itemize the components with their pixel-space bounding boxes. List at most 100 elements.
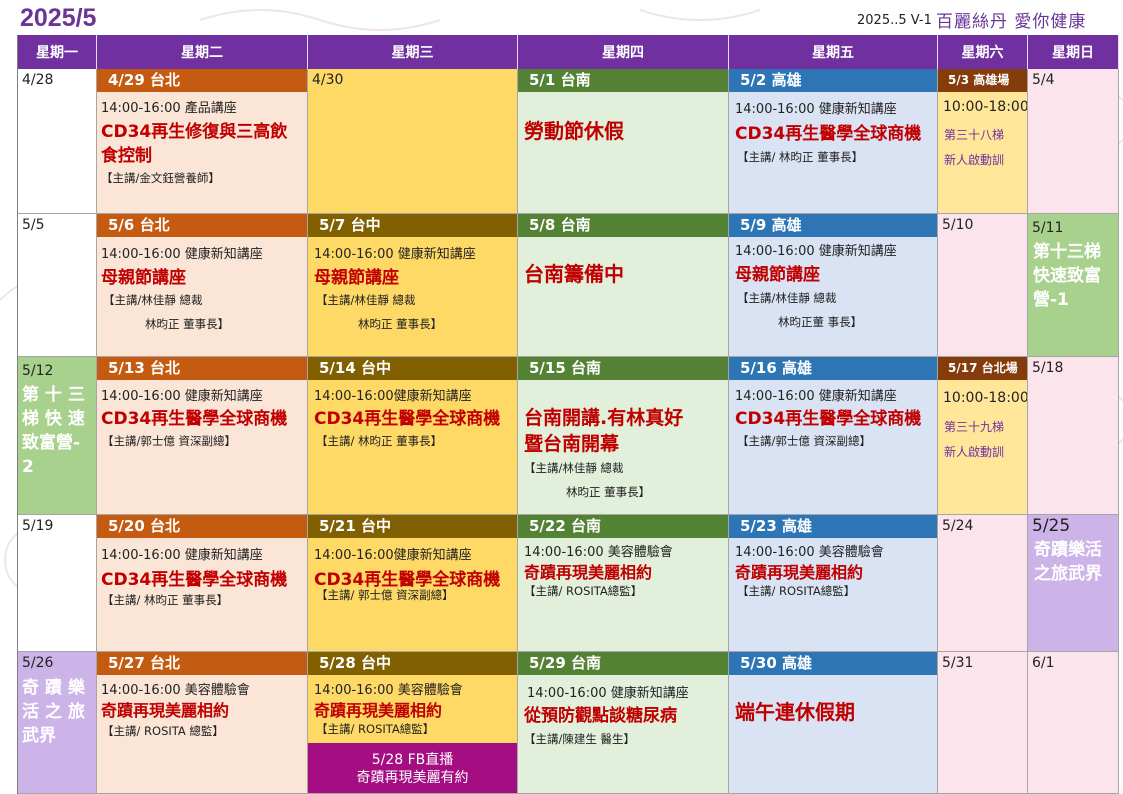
cell-5-9[interactable]: 5/9 高雄 14:00-16:00 健康新知講座 母親節講座 【主講/林佳靜 … (729, 214, 938, 357)
date-label: 6/1 (1032, 655, 1055, 671)
cell-5-19[interactable]: 5/19 (18, 515, 97, 652)
event-title: CD34再生醫學全球商機 (101, 570, 288, 590)
event-title: CD34再生修復與三高飲 (101, 122, 288, 142)
event-title: 奇蹟再現美麗相約 (101, 701, 230, 720)
cell-5-30[interactable]: 5/30 高雄 端午連休假期 (729, 652, 938, 794)
cell-5-23[interactable]: 5/23 高雄 14:00-16:00 美容體驗會 奇蹟再現美麗相約 【主講/ … (729, 515, 938, 652)
date-label: 5/24 (942, 518, 974, 534)
event-speaker-cont: 林昀正 董事長】 (358, 317, 443, 331)
event-line: 新人啟動訓 (944, 153, 1005, 167)
event-line: 第 十 三 (22, 385, 85, 405)
event-band: 5/8 台南 (518, 214, 728, 237)
date-label: 4/28 (22, 72, 54, 88)
event-speaker: 【主講/ ROSITA 總監】 (102, 724, 224, 738)
cell-5-8[interactable]: 5/8 台南 台南籌備中 (518, 214, 729, 357)
event-band: 5/7 台中 (308, 214, 517, 237)
event-time: 14:00-16:00 健康新知講座 (101, 247, 263, 262)
date-label: 5/12 (22, 363, 54, 379)
cell-5-2[interactable]: 5/2 高雄 14:00-16:00 健康新知講座 CD34再生醫學全球商機 【… (729, 69, 938, 214)
event-line: 武界 (22, 726, 56, 746)
cell-5-11[interactable]: 5/11 第十三梯 快速致富 營-1 (1028, 214, 1119, 357)
cell-5-22[interactable]: 5/22 台南 14:00-16:00 美容體驗會 奇蹟再現美麗相約 【主講/ … (518, 515, 729, 652)
event-speaker-cont: 林昀正 董事長】 (566, 485, 651, 499)
cell-5-10[interactable]: 5/10 (938, 214, 1028, 357)
event-speaker-cont: 林昀正 董事長】 (145, 317, 230, 331)
date-label: 4/30 (312, 72, 344, 88)
cell-5-4[interactable]: 5/4 (1028, 69, 1119, 214)
event-speaker: 【主講/ 林昀正 董事長】 (316, 434, 443, 448)
cell-5-6[interactable]: 5/6 台北 14:00-16:00 健康新知講座 母親節講座 【主講/林佳靜 … (97, 214, 308, 357)
cell-5-25[interactable]: 5/25 奇蹟樂活 之旅武界 (1028, 515, 1119, 652)
event-title: 台南籌備中 (524, 262, 624, 286)
event-title: CD34再生醫學全球商機 (735, 409, 922, 429)
event-speaker: 【主講/金文鈺營養師】 (101, 171, 220, 185)
cell-5-14[interactable]: 5/14 台中 14:00-16:00健康新知講座 CD34再生醫學全球商機 【… (308, 357, 518, 515)
cell-4-30[interactable]: 4/30 (308, 69, 518, 214)
date-label: 5/18 (1032, 360, 1064, 376)
cell-6-1[interactable]: 6/1 (1028, 652, 1119, 794)
event-band: 5/2 高雄 (729, 69, 937, 92)
event-title: 台南開講.有林真好 (524, 407, 684, 429)
event-speaker-cont: 林昀正董 事長】 (778, 315, 863, 329)
cell-4-29[interactable]: 4/29 台北 14:00-16:00 產品講座 CD34再生修復與三高飲 食控… (97, 69, 308, 214)
cell-5-5[interactable]: 5/5 (18, 214, 97, 357)
cell-5-20[interactable]: 5/20 台北 14:00-16:00 健康新知講座 CD34再生醫學全球商機 … (97, 515, 308, 652)
event-band: 5/16 高雄 (729, 357, 937, 380)
event-speaker: 【主講/郭士億 資深副總】 (102, 434, 237, 448)
event-time: 14:00-16:00 美容體驗會 (314, 683, 463, 698)
cell-5-31[interactable]: 5/31 (938, 652, 1028, 794)
event-time: 14:00-16:00 健康新知講座 (735, 244, 897, 259)
event-speaker: 【主講/ 林昀正 董事長】 (737, 150, 864, 164)
event-time: 14:00-16:00 健康新知講座 (314, 247, 476, 262)
cell-5-18[interactable]: 5/18 (1028, 357, 1119, 515)
event-band: 4/29 台北 (97, 69, 307, 92)
event-band: 5/23 高雄 (729, 515, 937, 538)
event-title: 奇蹟再現美麗相約 (735, 563, 864, 582)
cell-5-29[interactable]: 5/29 台南 14:00-16:00 健康新知講座 從預防觀點談糖尿病 【主講… (518, 652, 729, 794)
event-line: 快速致富 (1033, 266, 1101, 286)
cell-5-17[interactable]: 5/17 台北場 10:00-18:00 第三十九梯 新人啟動訓 (938, 357, 1028, 515)
event-time: 14:00-16:00 健康新知講座 (101, 389, 263, 404)
event-time: 14:00-16:00健康新知講座 (314, 548, 472, 563)
cell-5-15[interactable]: 5/15 台南 台南開講.有林真好 暨台南開幕 【主講/林佳靜 總裁 林昀正 董… (518, 357, 729, 515)
cell-5-27[interactable]: 5/27 台北 14:00-16:00 美容體驗會 奇蹟再現美麗相約 【主講/ … (97, 652, 308, 794)
event-band: 5/14 台中 (308, 357, 517, 380)
cell-5-16[interactable]: 5/16 高雄 14:00-16:00 健康新知講座 CD34再生醫學全球商機 … (729, 357, 938, 515)
date-label: 5/26 (22, 655, 54, 671)
event-line: 之旅武界 (1034, 564, 1102, 584)
event-speaker: 【主講/林佳靜 總裁 (316, 293, 416, 307)
event-band: 5/15 台南 (518, 357, 728, 380)
event-title-cont: 暨台南開幕 (524, 433, 620, 455)
event-speaker: 【主講/ ROSITA總監】 (316, 722, 435, 736)
header-saturday: 星期六 (938, 35, 1028, 69)
event-band: 5/20 台北 (97, 515, 307, 538)
version-label: 2025..5 V-1 (857, 13, 932, 28)
event-band: 5/3 高雄場 (938, 69, 1027, 92)
cell-5-26[interactable]: 5/26 奇 蹟 樂 活 之 旅 武界 (18, 652, 97, 794)
event-title: CD34再生醫學全球商機 (314, 409, 501, 429)
cell-5-13[interactable]: 5/13 台北 14:00-16:00 健康新知講座 CD34再生醫學全球商機 … (97, 357, 308, 515)
event-title-cont: 食控制 (101, 146, 152, 166)
fb-live-banner[interactable]: 5/28 FB直播 奇蹟再現美麗有約 (308, 743, 517, 793)
event-band: 5/22 台南 (518, 515, 728, 538)
header-thursday: 星期四 (518, 35, 729, 69)
event-title: 端午連休假期 (735, 700, 855, 724)
cell-5-21[interactable]: 5/21 台中 14:00-16:00健康新知講座 CD34再生醫學全球商機 【… (308, 515, 518, 652)
header-tuesday: 星期二 (97, 35, 308, 69)
cell-5-1[interactable]: 5/1 台南 勞動節休假 (518, 69, 729, 214)
event-speaker: 【主講/林佳靜 總裁 (103, 293, 203, 307)
cell-5-24[interactable]: 5/24 (938, 515, 1028, 652)
cell-5-12[interactable]: 5/12 第 十 三 梯 快 速 致富營- 2 (18, 357, 97, 515)
event-band: 5/27 台北 (97, 652, 307, 675)
event-band: 5/28 台中 (308, 652, 517, 675)
event-time: 14:00-16:00 美容體驗會 (101, 683, 250, 698)
cell-5-28[interactable]: 5/28 台中 14:00-16:00 美容體驗會 奇蹟再現美麗相約 【主講/ … (308, 652, 518, 794)
event-time: 14:00-16:00 產品講座 (101, 101, 237, 116)
cell-5-7[interactable]: 5/7 台中 14:00-16:00 健康新知講座 母親節講座 【主講/林佳靜 … (308, 214, 518, 357)
event-line: 奇蹟樂活 (1034, 540, 1102, 560)
event-time: 10:00-18:00 (943, 99, 1028, 115)
cell-4-28[interactable]: 4/28 (18, 69, 97, 214)
header-monday: 星期一 (18, 35, 97, 69)
fb-live-title: 奇蹟再現美麗有約 (356, 770, 469, 786)
cell-5-3[interactable]: 5/3 高雄場 10:00-18:00 第三十八梯 新人啟動訓 (938, 69, 1028, 214)
